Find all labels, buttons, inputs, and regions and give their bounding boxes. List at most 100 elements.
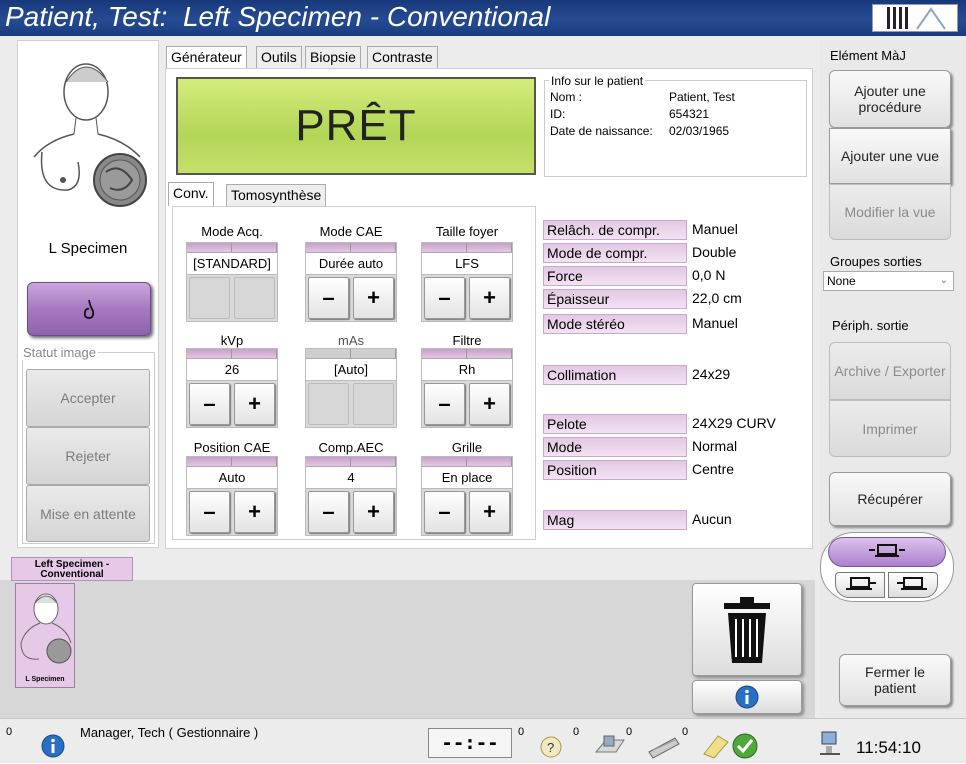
grid-strip bbox=[422, 457, 512, 467]
output-groups-label: Groupes sorties bbox=[830, 254, 922, 269]
focal-size-minus-button[interactable]: – bbox=[424, 277, 465, 319]
notes-icon[interactable] bbox=[700, 732, 730, 763]
accept-button[interactable]: Accepter bbox=[26, 369, 150, 427]
tray-count-1: 0 bbox=[518, 726, 525, 738]
aec-comp-value: 4 bbox=[306, 467, 396, 489]
breast-figure-icon bbox=[28, 52, 148, 217]
title-procedure: Left Specimen - Conventional bbox=[182, 1, 551, 32]
hold-button[interactable]: Mise en attente bbox=[26, 485, 150, 542]
tab-generator[interactable]: Générateur bbox=[166, 46, 247, 69]
output-groups-select[interactable]: None ⌄ bbox=[823, 271, 954, 291]
reject-button[interactable]: Rejeter bbox=[26, 427, 150, 485]
add-view-button[interactable]: Ajouter une vue bbox=[829, 128, 951, 184]
param-label: Épaisseur bbox=[543, 289, 687, 309]
system-ok-icon[interactable] bbox=[730, 731, 760, 764]
param-label: Mode de compr. bbox=[543, 243, 687, 263]
focal-size-label: Taille foyer bbox=[435, 224, 499, 239]
print-button[interactable]: Imprimer bbox=[829, 400, 951, 457]
aec-comp-minus-button[interactable]: – bbox=[308, 491, 349, 533]
help-icon[interactable]: ? bbox=[538, 734, 564, 763]
timer-display: --:-- bbox=[428, 728, 512, 758]
kvp-value: 26 bbox=[187, 359, 277, 381]
paddle-left-button[interactable] bbox=[835, 572, 885, 598]
aec-position-plus-button[interactable]: + bbox=[234, 491, 275, 533]
aec-position-minus-button[interactable]: – bbox=[189, 491, 230, 533]
ready-indicator: PRÊT bbox=[176, 77, 536, 175]
receptor-icon[interactable] bbox=[592, 732, 628, 763]
mode-cae-plus-button[interactable]: + bbox=[353, 277, 394, 319]
param-label: Mode bbox=[543, 437, 687, 457]
param-value: Manuel bbox=[692, 315, 738, 331]
kvp-strip bbox=[187, 349, 277, 359]
param-label: Relâch. de compr. bbox=[543, 220, 687, 240]
patient-dob-value: 02/03/1965 bbox=[669, 124, 730, 138]
tab-contrast[interactable]: Contraste bbox=[367, 46, 438, 68]
grid-value: En place bbox=[422, 467, 512, 489]
tray-count-4: 0 bbox=[682, 726, 689, 738]
tray-count-3: 0 bbox=[626, 726, 633, 738]
patient-info-label: Info sur le patient bbox=[549, 74, 646, 88]
patient-id-value: 654321 bbox=[669, 107, 710, 121]
mode-cae-minus-button[interactable]: – bbox=[308, 277, 349, 319]
alerts-info-icon[interactable] bbox=[40, 733, 66, 762]
grid-minus-button[interactable]: – bbox=[424, 491, 465, 533]
tray-count-2: 0 bbox=[573, 726, 580, 738]
grid-plus-button[interactable]: + bbox=[469, 491, 510, 533]
filter-plus-button[interactable]: + bbox=[469, 383, 510, 425]
param-label: Position bbox=[543, 460, 687, 480]
kvp-plus-button[interactable]: + bbox=[234, 383, 275, 425]
param-label: Pelote bbox=[543, 414, 687, 434]
network-icon[interactable] bbox=[818, 730, 844, 761]
procedure-tab[interactable]: Left Specimen - Conventional bbox=[11, 557, 133, 581]
param-value: 0,0 N bbox=[692, 267, 726, 283]
param-value: Double bbox=[692, 244, 737, 260]
update-item-label: Elément MàJ bbox=[830, 48, 906, 63]
delete-button[interactable] bbox=[692, 583, 802, 676]
focal-size-control: LFS – + bbox=[421, 242, 513, 322]
focal-size-strip bbox=[422, 243, 512, 253]
view-label: L Specimen bbox=[48, 240, 128, 257]
mode-acq-strip bbox=[187, 243, 277, 253]
aec-position-label: Position CAE bbox=[193, 440, 271, 455]
retrieve-button[interactable]: Récupérer bbox=[829, 472, 951, 526]
modify-view-button[interactable]: Modifier la vue bbox=[829, 184, 951, 240]
output-device-label: Périph. sortie bbox=[832, 318, 909, 333]
title-bar: Patient, Test: Left Specimen - Conventio… bbox=[0, 0, 966, 36]
clock: 11:54:10 bbox=[856, 738, 921, 757]
aec-position-strip bbox=[187, 457, 277, 467]
trash-icon bbox=[724, 596, 770, 663]
filter-minus-button[interactable]: – bbox=[424, 383, 465, 425]
subtab-tomo[interactable]: Tomosynthèse bbox=[226, 184, 327, 206]
aec-position-control: Auto – + bbox=[186, 456, 278, 536]
paddle-right-button[interactable] bbox=[888, 572, 938, 598]
archive-export-button[interactable]: Archive / Exporter bbox=[829, 342, 951, 400]
info-button[interactable] bbox=[692, 680, 802, 714]
param-label: Force bbox=[543, 266, 687, 286]
close-patient-button[interactable]: Fermer le patient bbox=[839, 654, 951, 706]
aec-comp-strip bbox=[306, 457, 396, 467]
mode-cae-label: Mode CAE bbox=[319, 224, 383, 239]
output-queue-icon[interactable] bbox=[645, 730, 681, 763]
kvp-label: kVp bbox=[220, 333, 244, 348]
param-value: 22,0 cm bbox=[692, 290, 742, 306]
view-thumbnail[interactable]: L Specimen bbox=[15, 583, 75, 688]
kvp-minus-button[interactable]: – bbox=[189, 383, 230, 425]
subtab-conv[interactable]: Conv. bbox=[168, 182, 214, 206]
tab-tools[interactable]: Outils bbox=[256, 46, 302, 68]
mas-value: [Auto] bbox=[306, 359, 396, 381]
tab-biopsy[interactable]: Biopsie bbox=[305, 46, 361, 68]
param-label: Collimation bbox=[543, 365, 687, 385]
view-thumbnail-figure-icon bbox=[20, 593, 72, 664]
paddle-center-icon bbox=[869, 544, 905, 557]
image-status-label: Statut image bbox=[21, 345, 98, 360]
paddle-center-button[interactable] bbox=[828, 537, 946, 567]
add-procedure-button[interactable]: Ajouter une procédure bbox=[829, 70, 951, 128]
mas-label: mAs bbox=[338, 333, 364, 348]
focal-size-value: LFS bbox=[422, 253, 512, 275]
filter-control: Rh – + bbox=[421, 348, 513, 428]
aec-comp-plus-button[interactable]: + bbox=[353, 491, 394, 533]
focal-size-plus-button[interactable]: + bbox=[469, 277, 510, 319]
implant-button[interactable] bbox=[27, 282, 151, 336]
mode-acq-label: Mode Acq. bbox=[201, 224, 263, 239]
thumbnail-caption: L Specimen bbox=[25, 676, 65, 683]
